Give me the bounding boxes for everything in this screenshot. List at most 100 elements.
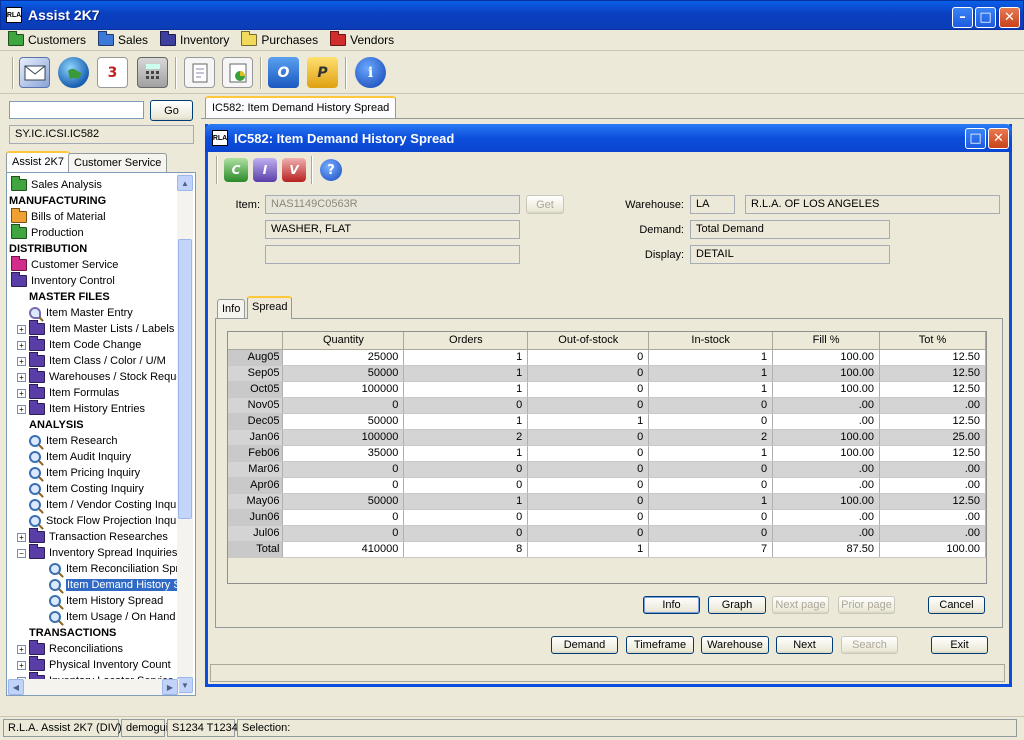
info-icon[interactable]: i bbox=[355, 57, 386, 88]
column-header[interactable]: In-stock bbox=[648, 332, 774, 350]
graph-button[interactable]: Graph bbox=[708, 596, 766, 614]
tree-item[interactable]: Item / Vendor Costing Inqu bbox=[17, 497, 176, 513]
tree-hscrollbar[interactable]: ◀ ▶ bbox=[7, 679, 179, 695]
tree-item[interactable]: Item Research bbox=[17, 433, 118, 449]
tree-item[interactable]: + Item Class / Color / U/M bbox=[17, 352, 166, 369]
inner-close-button[interactable]: ✕ bbox=[988, 128, 1009, 149]
tree-item[interactable]: Inventory Control bbox=[11, 272, 115, 289]
tree-item[interactable]: Item Demand History S bbox=[37, 577, 182, 593]
c-icon[interactable]: C bbox=[224, 158, 248, 182]
table-row[interactable]: Sep05 50000 1 0 1 100.00 12.50 bbox=[228, 365, 986, 382]
scroll-up-icon[interactable]: ▲ bbox=[177, 175, 193, 191]
table-row[interactable]: Jan06 100000 2 0 2 100.00 25.00 bbox=[228, 429, 986, 446]
timeframe-button[interactable]: Timeframe bbox=[626, 636, 694, 654]
calendar-icon[interactable]: 3 bbox=[97, 57, 128, 88]
tree-item[interactable]: + Physical Inventory Count bbox=[17, 656, 171, 673]
tree-item[interactable]: Item Reconciliation Spr bbox=[37, 561, 179, 577]
tree-item[interactable]: + Warehouses / Stock Reque bbox=[17, 368, 183, 385]
expand-icon[interactable]: + bbox=[17, 388, 26, 398]
next-button[interactable]: Next bbox=[776, 636, 833, 654]
next-page-button[interactable]: Next page bbox=[772, 596, 829, 614]
column-header[interactable]: Orders bbox=[403, 332, 529, 350]
demand-button[interactable]: Demand bbox=[551, 636, 618, 654]
item-input[interactable]: NAS1149C0563R bbox=[265, 195, 520, 214]
menu-inventory[interactable]: Inventory bbox=[160, 31, 229, 47]
tab-customer-service[interactable]: Customer Service bbox=[68, 153, 168, 173]
scroll-left-icon[interactable]: ◀ bbox=[8, 679, 24, 695]
exit-button[interactable]: Exit bbox=[931, 636, 988, 654]
tree-item[interactable]: Item Master Entry bbox=[17, 305, 133, 321]
tree-item[interactable]: + Reconciliations bbox=[17, 640, 123, 657]
tree-item[interactable]: Item History Spread bbox=[37, 593, 163, 609]
info-button[interactable]: Info bbox=[643, 596, 700, 614]
tree-item[interactable]: Item Costing Inquiry bbox=[17, 481, 144, 497]
column-header[interactable]: Fill % bbox=[772, 332, 881, 350]
tree-item[interactable]: Item Audit Inquiry bbox=[17, 449, 131, 465]
menu-customers[interactable]: Customers bbox=[8, 31, 86, 47]
close-button[interactable]: ✕ bbox=[999, 7, 1020, 28]
column-header[interactable]: Quantity bbox=[282, 332, 405, 350]
tree-item[interactable]: Stock Flow Projection Inqui bbox=[17, 513, 179, 529]
v-icon[interactable]: V bbox=[282, 158, 306, 182]
nav-search-input[interactable] bbox=[9, 101, 144, 119]
subtab-spread[interactable]: Spread bbox=[247, 296, 293, 319]
table-row[interactable]: Total 410000 8 1 7 87.50 100.00 bbox=[228, 541, 986, 558]
subtab-info[interactable]: Info bbox=[217, 299, 246, 318]
menu-vendors[interactable]: Vendors bbox=[330, 31, 394, 47]
expand-icon[interactable]: + bbox=[17, 532, 26, 542]
scroll-right-icon[interactable]: ▶ bbox=[162, 679, 178, 695]
tree-item[interactable]: Sales Analysis bbox=[11, 176, 102, 193]
tree-item[interactable]: Item Usage / On Hand bbox=[37, 609, 175, 625]
expand-icon[interactable]: + bbox=[17, 324, 26, 334]
tree-item[interactable]: Bills of Material bbox=[11, 208, 106, 225]
i-icon[interactable]: I bbox=[253, 158, 277, 182]
table-row[interactable]: Apr06 0 0 0 0.00.00 bbox=[228, 477, 986, 494]
table-row[interactable]: Feb06 35000 1 0 1 100.00 12.50 bbox=[228, 445, 986, 462]
column-header[interactable]: Out-of-stock bbox=[527, 332, 650, 350]
table-row[interactable]: May06 50000 1 0 1 100.00 12.50 bbox=[228, 493, 986, 510]
minimize-button[interactable]: – bbox=[952, 7, 973, 28]
table-row[interactable]: Mar06 0 0 0 0.00.00 bbox=[228, 461, 986, 478]
table-row[interactable]: Aug05 25000 1 0 1 100.00 12.50 bbox=[228, 349, 986, 366]
maximize-button[interactable]: □ bbox=[975, 7, 996, 28]
inner-maximize-button[interactable]: □ bbox=[965, 128, 986, 149]
menu-sales[interactable]: Sales bbox=[98, 31, 148, 47]
document-icon[interactable] bbox=[184, 57, 215, 88]
search-button[interactable]: Search bbox=[841, 636, 898, 654]
expand-icon[interactable]: + bbox=[17, 340, 26, 350]
scroll-down-icon[interactable]: ▼ bbox=[177, 677, 193, 693]
tree-item[interactable]: + Item Code Change bbox=[17, 336, 141, 353]
expand-icon[interactable]: + bbox=[17, 644, 26, 654]
tree-item[interactable]: Production bbox=[11, 224, 84, 241]
tree-item[interactable]: + Transaction Researches bbox=[17, 528, 168, 545]
globe-icon[interactable] bbox=[58, 57, 89, 88]
expand-icon[interactable]: + bbox=[17, 356, 26, 366]
prior-page-button[interactable]: Prior page bbox=[838, 596, 895, 614]
tree-item[interactable]: Customer Service bbox=[11, 256, 118, 273]
expand-icon[interactable]: + bbox=[17, 372, 26, 382]
expand-icon[interactable]: + bbox=[17, 660, 26, 670]
tree-item[interactable]: Item Pricing Inquiry bbox=[17, 465, 140, 481]
tree-item[interactable]: + Item Formulas bbox=[17, 384, 119, 401]
go-button[interactable]: Go bbox=[150, 100, 193, 121]
table-row[interactable]: Jun06 0 0 0 0.00.00 bbox=[228, 509, 986, 526]
warehouse-button[interactable]: Warehouse bbox=[701, 636, 769, 654]
scroll-thumb[interactable] bbox=[178, 239, 192, 519]
publisher-icon[interactable]: P bbox=[307, 57, 338, 88]
get-button[interactable]: Get bbox=[526, 195, 564, 214]
table-row[interactable]: Oct05 100000 1 0 1 100.00 12.50 bbox=[228, 381, 986, 398]
outlook-icon[interactable]: O bbox=[268, 57, 299, 88]
table-row[interactable]: Dec05 50000 1 1 0.00 12.50 bbox=[228, 413, 986, 430]
tree-scrollbar[interactable]: ▲ ▼ bbox=[177, 173, 193, 695]
table-row[interactable]: Jul06 0 0 0 0.00.00 bbox=[228, 525, 986, 542]
tree-item[interactable]: + Item Master Lists / Labels bbox=[17, 320, 174, 337]
chart-icon[interactable] bbox=[222, 57, 253, 88]
table-row[interactable]: Nov05 0 0 0 0.00.00 bbox=[228, 397, 986, 414]
calculator-icon[interactable] bbox=[137, 57, 168, 88]
expand-icon[interactable]: + bbox=[17, 404, 26, 414]
mail-icon[interactable] bbox=[19, 57, 50, 88]
doc-tab-ic582[interactable]: IC582: Item Demand History Spread bbox=[205, 96, 397, 119]
cancel-button[interactable]: Cancel bbox=[928, 596, 985, 614]
tab-assist-2k7[interactable]: Assist 2K7 bbox=[6, 151, 70, 173]
collapse-icon[interactable]: − bbox=[17, 548, 26, 558]
